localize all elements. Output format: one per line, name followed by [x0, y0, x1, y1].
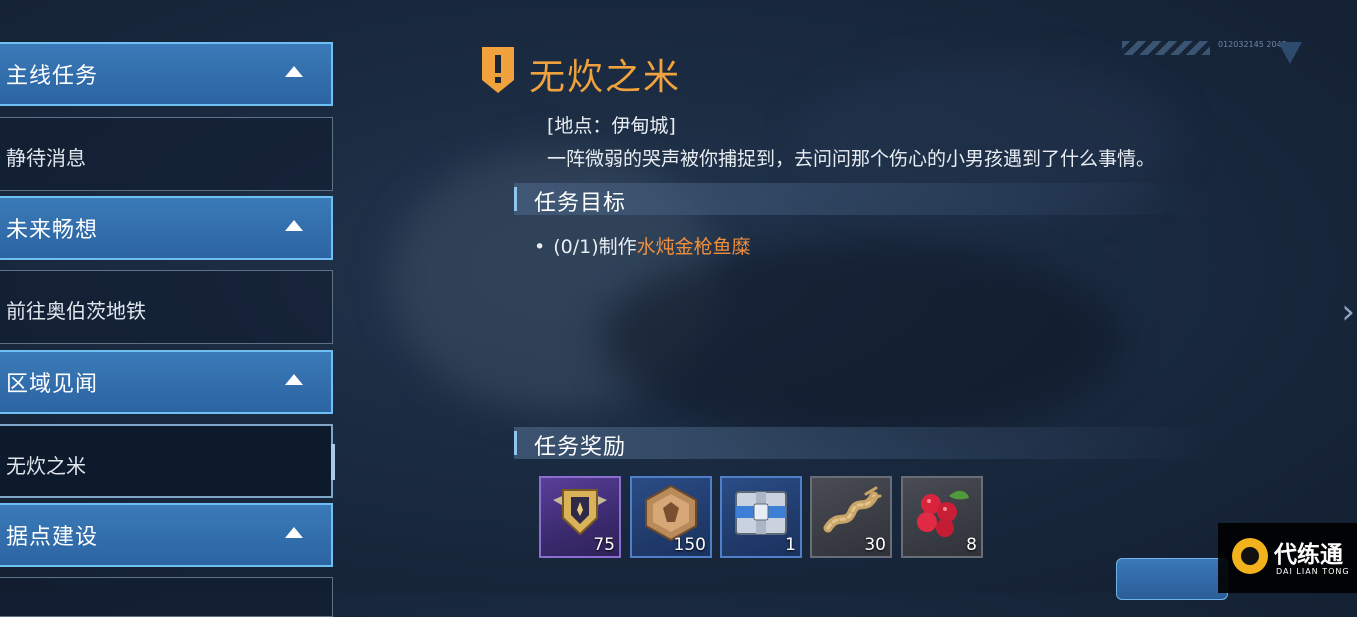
bullet: •	[534, 236, 546, 258]
quest-item-selected[interactable]: 无炊之米	[0, 424, 335, 498]
quest-item-label: 前往奥伯茨地铁	[6, 299, 146, 323]
reward-slot[interactable]: 1	[720, 476, 802, 558]
watermark-title: 代练通	[1274, 542, 1343, 568]
collapse-arrow-icon[interactable]	[285, 220, 303, 231]
category-main-quest[interactable]: 主线任务	[0, 42, 333, 106]
quest-item-waiting-for-news[interactable]: 静待消息	[0, 117, 333, 191]
objectives-header: 任务目标	[514, 183, 1214, 216]
decorative-triangle	[1278, 42, 1302, 64]
reward-count: 150	[673, 535, 706, 555]
decorative-stripes	[1122, 41, 1210, 55]
category-label: 据点建设	[6, 525, 99, 550]
quest-item-go-to-subway[interactable]: 前往奥伯茨地铁	[0, 270, 333, 344]
corner-action-button[interactable]	[1116, 558, 1228, 600]
category-future-vision[interactable]: 未来畅想	[0, 196, 333, 260]
reward-count: 30	[864, 535, 886, 555]
category-label: 未来畅想	[6, 218, 99, 243]
objective-progress: (0/1)制作	[553, 236, 637, 258]
watermark: 代练通 DAI LIAN TONG	[1218, 523, 1357, 593]
collapse-arrow-icon[interactable]	[285, 374, 303, 385]
chevron-right-icon[interactable]: ›	[1341, 292, 1355, 332]
quest-title: 无炊之米	[529, 57, 682, 98]
reward-count: 8	[966, 535, 977, 555]
decorative-code-text: 012032145 2048	[1218, 40, 1287, 49]
quest-item-label: 静待消息	[6, 146, 86, 170]
section-accent-bar	[514, 431, 517, 455]
objective-line: • (0/1)制作水炖金枪鱼糜	[534, 232, 751, 259]
quest-description: 一阵微弱的哭声被你捕捉到，去问问那个伤心的小男孩遇到了什么事情。	[547, 148, 1156, 170]
reward-count: 75	[593, 535, 615, 555]
reward-slot[interactable]: 30	[810, 476, 892, 558]
rewards-header: 任务奖励	[514, 427, 1214, 460]
collapse-arrow-icon[interactable]	[285, 66, 303, 77]
watermark-logo-icon	[1232, 538, 1268, 574]
reward-slot[interactable]: 150	[630, 476, 712, 558]
quest-item-partial[interactable]	[0, 577, 333, 617]
rewards-header-label: 任务奖励	[534, 435, 627, 460]
reward-slot[interactable]: 75	[539, 476, 621, 558]
category-label: 区域见闻	[6, 372, 99, 397]
section-accent-bar	[514, 187, 517, 211]
selection-indicator	[331, 444, 335, 480]
objective-target-link[interactable]: 水炖金枪鱼糜	[637, 236, 751, 258]
quest-item-label: 无炊之米	[6, 454, 86, 478]
reward-count: 1	[785, 535, 796, 555]
reward-slot[interactable]: 8	[901, 476, 983, 558]
watermark-subtitle: DAI LIAN TONG	[1276, 567, 1350, 576]
category-base-building[interactable]: 据点建设	[0, 503, 333, 567]
category-label: 主线任务	[6, 64, 99, 89]
objectives-header-label: 任务目标	[534, 191, 627, 216]
exclamation-shield-icon	[482, 47, 514, 93]
category-regional-stories[interactable]: 区域见闻	[0, 350, 333, 414]
quest-location: [地点：伊甸城]	[547, 115, 676, 137]
collapse-arrow-icon[interactable]	[285, 527, 303, 538]
background-shade	[600, 240, 1120, 440]
